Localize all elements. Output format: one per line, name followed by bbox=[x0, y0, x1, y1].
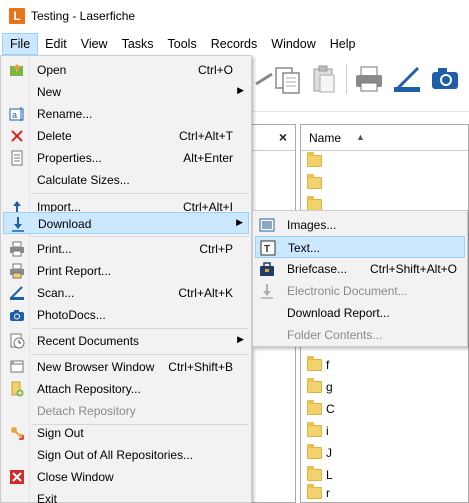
list-item[interactable] bbox=[307, 151, 467, 173]
name-column-header[interactable]: Name ▲ bbox=[301, 125, 468, 151]
menu-tools[interactable]: Tools bbox=[161, 33, 204, 55]
menu-item-detach-repository: Detach Repository bbox=[37, 404, 136, 418]
list-item-label: f bbox=[326, 358, 330, 372]
submenu-item-text[interactable]: T Text... bbox=[255, 236, 465, 258]
menu-view[interactable]: View bbox=[74, 33, 115, 55]
camera-icon bbox=[10, 310, 24, 321]
menu-item-properties[interactable]: Properties... Alt+Enter bbox=[3, 147, 249, 169]
menu-bar: File Edit View Tasks Tools Records Windo… bbox=[0, 32, 469, 56]
menu-item-scan[interactable]: Scan... Ctrl+Alt+K bbox=[3, 282, 249, 304]
submenu-arrow-icon: ▶ bbox=[237, 85, 244, 95]
new-window-icon bbox=[10, 360, 24, 373]
menu-item-attach-repository[interactable]: Attach Repository... bbox=[3, 378, 249, 400]
properties-icon bbox=[11, 150, 23, 166]
name-column-label: Name bbox=[309, 131, 342, 145]
scan-toolbar-icon[interactable] bbox=[390, 62, 424, 96]
list-item-label: L bbox=[326, 468, 333, 482]
rename-icon: a bbox=[9, 107, 24, 121]
download-icon bbox=[12, 217, 24, 232]
list-item-label: r bbox=[326, 486, 330, 500]
list-item-label: g bbox=[326, 380, 333, 394]
list-item-label: C bbox=[326, 402, 335, 416]
menu-records[interactable]: Records bbox=[204, 33, 265, 55]
folder-icon bbox=[307, 422, 322, 437]
menu-window[interactable]: Window bbox=[264, 33, 322, 55]
images-icon bbox=[259, 218, 275, 232]
list-item[interactable]: C bbox=[307, 399, 467, 421]
sign-out-icon bbox=[11, 427, 24, 440]
print-report-icon bbox=[10, 263, 24, 279]
submenu-item-images[interactable]: Images... bbox=[255, 214, 465, 236]
folder-icon bbox=[307, 466, 322, 481]
menu-item-delete[interactable]: Delete Ctrl+Alt+T bbox=[3, 125, 249, 147]
menu-item-close-window[interactable]: Close Window bbox=[3, 466, 249, 488]
menu-item-new-browser-window[interactable]: New Browser Window Ctrl+Shift+B bbox=[3, 356, 249, 378]
close-window-icon bbox=[10, 470, 24, 484]
submenu-arrow-icon: ▶ bbox=[236, 217, 243, 227]
attach-repository-icon bbox=[11, 381, 24, 397]
svg-text:a: a bbox=[12, 110, 17, 120]
submenu-item-briefcase[interactable]: Briefcase... Ctrl+Shift+Alt+O bbox=[255, 258, 465, 280]
menu-item-sign-out[interactable]: Sign Out bbox=[3, 422, 249, 444]
menu-item-new[interactable]: New ▶ bbox=[3, 81, 249, 103]
menu-help[interactable]: Help bbox=[323, 33, 363, 55]
window-title: Testing - Laserfiche bbox=[31, 9, 136, 23]
menu-item-print[interactable]: Print... Ctrl+P bbox=[3, 238, 249, 260]
submenu-item-electronic-document: Electronic Document... bbox=[255, 280, 465, 302]
delete-icon bbox=[11, 130, 23, 142]
print-toolbar-icon[interactable] bbox=[352, 62, 386, 96]
menu-file[interactable]: File bbox=[2, 33, 39, 55]
list-item-label: i bbox=[326, 424, 329, 438]
folder-icon bbox=[307, 152, 322, 167]
folder-icon bbox=[307, 378, 322, 393]
file-menu: Open Ctrl+O New ▶ a Rename... Delete Ctr… bbox=[0, 55, 252, 503]
submenu-item-folder-contents: Folder Contents... bbox=[287, 328, 383, 342]
list-item[interactable]: f bbox=[307, 355, 467, 377]
menu-tasks[interactable]: Tasks bbox=[115, 33, 161, 55]
scan-icon bbox=[10, 286, 24, 300]
folder-icon bbox=[307, 174, 322, 189]
list-item[interactable]: i bbox=[307, 421, 467, 443]
download-submenu: Images... T Text... Briefcase... Ctrl+Sh… bbox=[252, 210, 468, 347]
briefcase-icon bbox=[260, 262, 274, 276]
list-item[interactable]: r bbox=[307, 483, 467, 502]
svg-text:T: T bbox=[264, 244, 270, 255]
photodocs-toolbar-icon[interactable] bbox=[428, 62, 462, 96]
menu-item-download[interactable]: Download ▶ bbox=[3, 212, 249, 234]
title-bar: L Testing - Laserfiche bbox=[0, 0, 469, 32]
menu-item-calculate-sizes[interactable]: Calculate Sizes... bbox=[3, 169, 249, 191]
folder-icon bbox=[307, 444, 322, 459]
submenu-item-download-report[interactable]: Download Report... bbox=[255, 302, 465, 324]
folder-icon bbox=[307, 484, 322, 499]
laserfiche-logo-icon: L bbox=[9, 8, 25, 24]
submenu-arrow-icon: ▶ bbox=[237, 334, 244, 344]
menu-edit[interactable]: Edit bbox=[38, 33, 74, 55]
text-icon: T bbox=[260, 240, 276, 256]
menu-item-photodocs[interactable]: PhotoDocs... bbox=[3, 304, 249, 326]
print-icon bbox=[10, 241, 24, 257]
menu-item-print-report[interactable]: Print Report... bbox=[3, 260, 249, 282]
menu-item-exit[interactable]: Exit bbox=[3, 488, 249, 503]
menu-item-recent-documents[interactable]: Recent Documents ▶ bbox=[3, 330, 249, 352]
list-item[interactable]: J bbox=[307, 443, 467, 465]
folder-icon bbox=[307, 356, 322, 371]
sort-ascending-icon: ▲ bbox=[356, 132, 365, 142]
recent-documents-icon bbox=[10, 333, 25, 349]
menu-item-rename[interactable]: a Rename... bbox=[3, 103, 249, 125]
copy-icon[interactable] bbox=[272, 62, 306, 96]
list-item-label: J bbox=[326, 446, 332, 460]
pane-close-icon[interactable]: × bbox=[279, 129, 287, 145]
folder-icon bbox=[307, 400, 322, 415]
electronic-document-icon bbox=[261, 284, 273, 299]
paste-icon[interactable] bbox=[308, 62, 342, 96]
menu-item-open[interactable]: Open Ctrl+O bbox=[3, 59, 249, 81]
open-icon bbox=[10, 64, 23, 76]
list-item[interactable]: g bbox=[307, 377, 467, 399]
list-item[interactable] bbox=[307, 173, 467, 195]
menu-item-sign-out-all[interactable]: Sign Out of All Repositories... bbox=[3, 444, 249, 466]
